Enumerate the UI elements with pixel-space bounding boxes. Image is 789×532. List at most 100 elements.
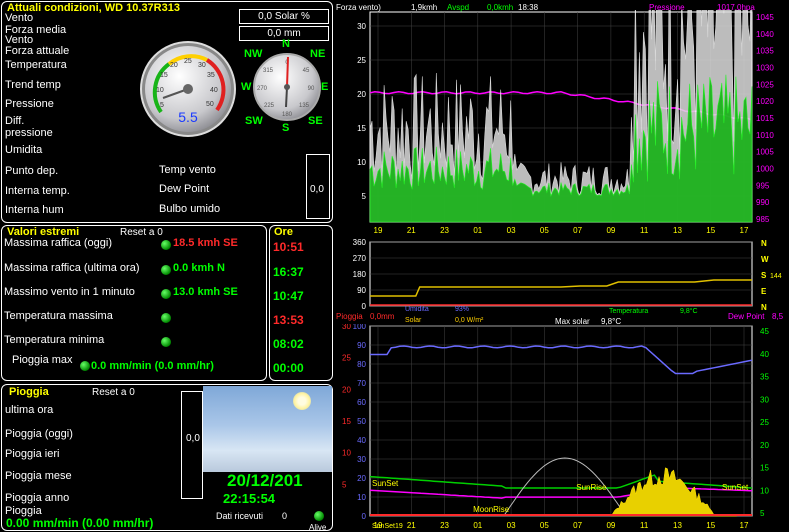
- right-tick-label: 20: [760, 441, 769, 450]
- direction-value: 144: [770, 273, 782, 280]
- current-conditions-panel: Attuali condizioni, WD 10.37R313 0,0 Sol…: [1, 1, 333, 223]
- left-tick-label: 80: [357, 360, 366, 369]
- extremes-reset-button[interactable]: Reset a 0: [120, 227, 163, 238]
- right-tick-label: 40: [760, 350, 769, 359]
- left-tick-label: 180: [353, 270, 367, 279]
- wind-pressure-chart: 5101520253098599099510001005101010151020…: [357, 10, 774, 235]
- rain-panel: Pioggia Reset a 0 ultima ora Pioggia (og…: [1, 384, 333, 532]
- solar-value-box: 0,0 Solar %: [239, 9, 329, 24]
- extreme-led: [161, 265, 171, 275]
- left-tick-label: 90: [357, 286, 366, 295]
- x-tick-label: 13: [673, 521, 682, 530]
- label-vento: Vento: [5, 12, 34, 24]
- alive-label: Alive: [309, 523, 327, 532]
- right-tick-label: 1020: [756, 97, 774, 106]
- x-tick-label: 17: [740, 226, 749, 235]
- svg-text:90: 90: [308, 86, 315, 92]
- x-tick-label: 03: [507, 521, 516, 530]
- rain-tick-label: 10: [342, 449, 351, 458]
- label-bulbo-umido: Bulbo umido: [159, 203, 221, 215]
- svg-text:225: 225: [264, 103, 275, 109]
- x-tick-label: 13: [673, 226, 682, 235]
- gauge-value: 5.5: [178, 109, 198, 125]
- rain-label-ultima-ora: ultima ora: [5, 404, 54, 416]
- right-tick-label: 1015: [756, 114, 774, 123]
- right-tick-label: 35: [760, 373, 769, 382]
- x-tick-label: 11: [640, 226, 649, 235]
- svg-text:25: 25: [184, 58, 192, 65]
- bottom-header-rain: Pioggia: [336, 312, 363, 321]
- rain-side-box: [181, 391, 203, 499]
- extreme-value: 13.0 kmh SE: [173, 286, 238, 298]
- label-pressione: Pressione: [5, 98, 54, 110]
- sunset-bottom-label: SunSet19: [372, 523, 403, 530]
- direction-letter: W: [761, 255, 769, 264]
- direction-letter: N: [761, 303, 767, 312]
- received-value: 0: [282, 511, 288, 521]
- extreme-label: Massimo vento in 1 minuto: [4, 286, 135, 298]
- x-tick-label: 03: [507, 226, 516, 235]
- extreme-led: [80, 361, 90, 371]
- sunrise-label: SunRise: [576, 483, 607, 492]
- extreme-value: 0.0 mm/min (0.0 mm/hr): [91, 360, 214, 372]
- compass-w: W: [241, 81, 252, 93]
- compass-nw: NW: [244, 48, 263, 60]
- left-tick-label: 25: [357, 56, 366, 65]
- rain-label-ieri: Pioggia ieri: [5, 448, 60, 460]
- right-tick-label: 1000: [756, 165, 774, 174]
- svg-text:50: 50: [206, 101, 214, 108]
- x-tick-label: 15: [706, 521, 715, 530]
- alive-indicator: [314, 511, 324, 521]
- received-label: Dati ricevuti: [216, 511, 264, 521]
- extreme-time: 13:53: [273, 313, 304, 327]
- sunset-label: SunSet: [372, 479, 399, 488]
- right-tick-label: 15: [760, 464, 769, 473]
- right-tick-label: 995: [756, 181, 770, 190]
- x-tick-label: 15: [706, 226, 715, 235]
- label-diff: Diff.: [5, 115, 25, 127]
- wind-direction-chart-area: 0 90 180 270 360 N W S E N 144 Umidita 93% Tempera…: [334, 236, 789, 315]
- x-tick-label: 11: [640, 521, 649, 530]
- rain-date: 20/12/201: [227, 471, 303, 490]
- left-tick-label: 90: [357, 341, 366, 350]
- extreme-label: Pioggia max: [12, 354, 73, 366]
- right-tick-label: 30: [760, 395, 769, 404]
- left-tick-label: 40: [357, 436, 366, 445]
- x-tick-label: 01: [473, 226, 482, 235]
- rain-reset-button[interactable]: Reset a 0: [92, 387, 135, 398]
- label-pressione-diff: pressione: [5, 127, 53, 139]
- sun-icon: [293, 392, 311, 410]
- right-tick-label: 1030: [756, 64, 774, 73]
- x-tick-label: 05: [540, 226, 549, 235]
- svg-text:20: 20: [170, 62, 178, 69]
- x-tick-label: 07: [573, 226, 582, 235]
- left-tick-label: 30: [357, 22, 366, 31]
- extreme-value: 18.5 kmh SE: [173, 237, 238, 249]
- rain-title: Pioggia: [9, 386, 49, 398]
- x-tick-label: 23: [440, 521, 449, 530]
- left-tick-label: 15: [357, 124, 366, 133]
- bottom-header-rain-val: 0,0mm: [370, 312, 395, 321]
- extreme-time: 00:00: [273, 361, 304, 375]
- left-tick-label: 5: [362, 192, 367, 201]
- right-tick-label: 1040: [756, 30, 774, 39]
- right-tick-label: 25: [760, 418, 769, 427]
- compass-e: E: [321, 81, 329, 93]
- wind-speed-gauge: 5 10 15 20 25 30 35 40 50 5.5: [140, 41, 236, 137]
- svg-text:35: 35: [207, 72, 215, 79]
- left-tick-label: 360: [353, 238, 367, 247]
- rain-side-value: 0,0: [186, 433, 200, 444]
- x-tick-label: 09: [606, 521, 615, 530]
- direction-letter: N: [761, 239, 767, 248]
- compass-se: SE: [308, 115, 323, 127]
- rain-tick-label: 20: [342, 385, 351, 394]
- left-tick-label: 20: [357, 90, 366, 99]
- x-tick-label: 05: [540, 521, 549, 530]
- dir-footer-solar-val: 0,0 W/m²: [455, 317, 484, 324]
- left-tick-label: 270: [353, 254, 367, 263]
- x-tick-label: 23: [440, 226, 449, 235]
- svg-text:40: 40: [210, 87, 218, 94]
- right-tick-label: 985: [756, 215, 770, 224]
- x-tick-label: 07: [573, 521, 582, 530]
- right-tick-label: 1025: [756, 80, 774, 89]
